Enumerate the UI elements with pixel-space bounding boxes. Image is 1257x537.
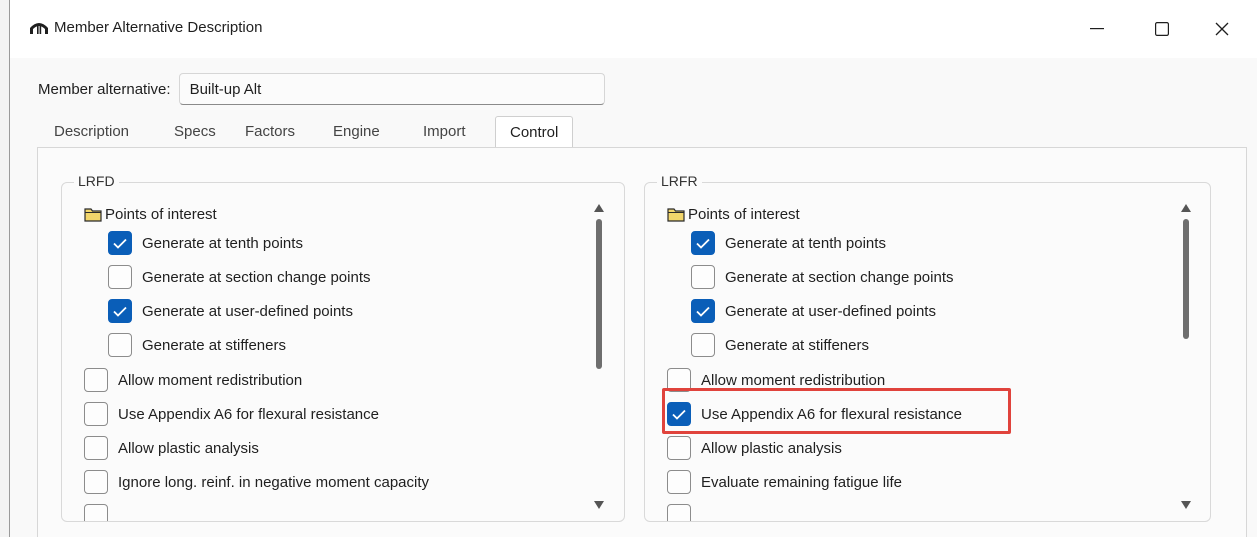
tab-control-options[interactable]: Control options [495,116,574,173]
lrfr-item-partial[interactable] [667,503,701,521]
checkbox-label: Use Appendix A6 for flexural resistance [118,405,379,423]
checkbox-label: Generate at section change points [725,268,954,286]
checkbox[interactable] [667,368,691,392]
tab-factors[interactable]: Factors [245,116,295,148]
scroll-up-arrow-icon[interactable] [1180,203,1192,213]
checkbox[interactable] [108,333,132,357]
check-icon [113,238,127,249]
window-title: Member Alternative Description [54,19,263,36]
lrfr-group: LRFR Points of interest Generate at tent… [644,173,1211,522]
tab-description[interactable]: Description [54,116,129,148]
tab-specs[interactable]: Specs [174,116,216,148]
lrfr-item-moment-redistribution[interactable]: Allow moment redistribution [667,367,885,393]
scroll-up-arrow-icon[interactable] [593,203,605,213]
checkbox-label: Allow moment redistribution [118,371,303,389]
checkbox-label: Allow plastic analysis [701,439,842,457]
lrfd-item-partial[interactable] [84,503,118,521]
scroll-down-arrow-icon[interactable] [593,500,605,510]
lrfr-item-section-change[interactable]: Generate at section change points [691,264,954,290]
checkbox-label: Evaluate remaining fatigue life [701,473,902,491]
minimize-icon [1090,28,1104,30]
lrfr-item-fatigue-life[interactable]: Evaluate remaining fatigue life [667,469,902,495]
folder-icon [84,207,102,222]
checkbox[interactable] [108,231,132,255]
checkbox[interactable] [84,436,108,460]
member-alternative-row: Member alternative: [38,73,605,105]
lrfd-item-section-change[interactable]: Generate at section change points [108,264,371,290]
check-icon [696,306,710,317]
bridge-icon [30,23,48,34]
lrfr-item-tenth-points[interactable]: Generate at tenth points [691,230,886,256]
lrfd-item-tenth-points[interactable]: Generate at tenth points [108,230,303,256]
lrfr-tree[interactable]: Points of interest Generate at tenth poi… [645,183,1210,521]
lrfr-folder-row[interactable]: Points of interest [667,201,800,227]
checkbox-label: Generate at stiffeners [725,336,869,354]
lrfr-folder-label: Points of interest [688,205,800,223]
lrfd-scrollbar-thumb[interactable] [596,219,602,369]
lrfr-item-stiffeners[interactable]: Generate at stiffeners [691,332,869,358]
checkbox[interactable] [667,470,691,494]
checkbox-label: Generate at user-defined points [725,302,936,320]
lrfr-scrollbar-thumb[interactable] [1183,219,1189,339]
scroll-down-arrow-icon[interactable] [1180,500,1192,510]
checkbox[interactable] [108,265,132,289]
lrfd-item-ignore-long-reinf[interactable]: Ignore long. reinf. in negative moment c… [84,469,429,495]
lrfd-item-plastic-analysis[interactable]: Allow plastic analysis [84,435,259,461]
lrfd-item-appendix-a6[interactable]: Use Appendix A6 for flexural resistance [84,401,379,427]
checkbox-label: Generate at tenth points [725,234,886,252]
checkbox[interactable] [691,265,715,289]
lrfd-item-stiffeners[interactable]: Generate at stiffeners [108,332,286,358]
checkbox[interactable] [691,299,715,323]
checkbox-label: Generate at section change points [142,268,371,286]
checkbox[interactable] [84,402,108,426]
maximize-button[interactable] [1144,14,1180,44]
checkbox[interactable] [691,231,715,255]
checkbox-label: Ignore long. reinf. in negative moment c… [118,473,430,491]
lrfr-item-user-defined[interactable]: Generate at user-defined points [691,298,936,324]
lrfd-item-user-defined[interactable]: Generate at user-defined points [108,298,353,324]
checkbox[interactable] [84,368,108,392]
folder-icon [667,207,685,222]
close-icon [1215,22,1229,36]
checkbox[interactable] [667,436,691,460]
lrfr-item-appendix-a6[interactable]: Use Appendix A6 for flexural resistance [667,401,962,427]
lrfd-folder-label: Points of interest [105,205,217,223]
member-alternative-input[interactable] [178,73,605,105]
maximize-icon [1155,22,1169,36]
checkbox[interactable] [691,333,715,357]
checkbox-label: Generate at tenth points [142,234,303,252]
lrfd-item-moment-redistribution[interactable]: Allow moment redistribution [84,367,302,393]
lrfr-item-plastic-analysis[interactable]: Allow plastic analysis [667,435,842,461]
lrfd-tree[interactable]: Points of interest Generate at tenth poi… [62,183,624,521]
checkbox-label: Allow moment redistribution [701,371,886,389]
check-icon [672,409,686,420]
minimize-button[interactable] [1079,14,1115,44]
check-icon [696,238,710,249]
checkbox-label: Allow plastic analysis [118,439,259,457]
check-icon [113,306,127,317]
checkbox[interactable] [108,299,132,323]
lrfd-folder-row[interactable]: Points of interest [84,201,217,227]
tab-import[interactable]: Import [423,116,466,148]
member-alternative-label: Member alternative: [38,80,171,98]
checkbox[interactable] [667,402,691,426]
title-bar[interactable]: Member Alternative Description [10,0,1257,58]
checkbox[interactable] [84,470,108,494]
checkbox[interactable] [84,504,108,521]
checkbox-label: Generate at user-defined points [142,302,353,320]
checkbox[interactable] [667,504,691,521]
lrfd-group: LRFD Points of interest Generate at tent… [61,173,625,522]
tab-engine[interactable]: Engine [333,116,380,148]
checkbox-label: Generate at stiffeners [142,336,286,354]
control-options-panel: LRFD Points of interest Generate at tent… [37,147,1247,537]
close-button[interactable] [1204,14,1240,44]
member-alternative-window: Member Alternative Description Member al… [9,0,1257,537]
checkbox-label: Use Appendix A6 for flexural resistance [701,405,962,423]
